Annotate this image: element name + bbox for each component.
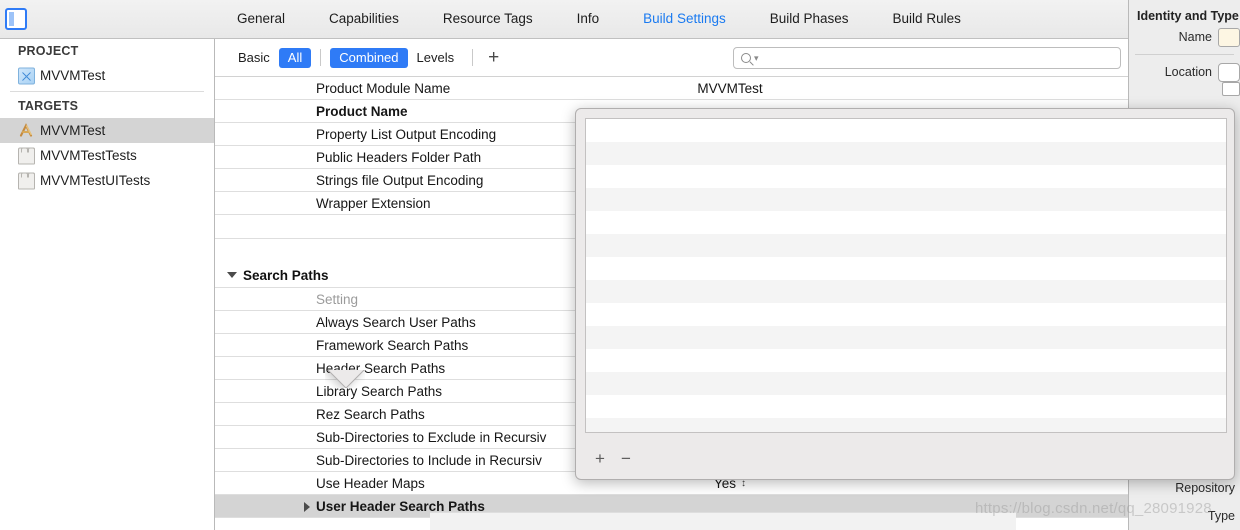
list-item[interactable] — [586, 280, 1226, 303]
navigator-item-label: MVVMTestTests — [40, 148, 137, 163]
table-row[interactable]: Product Module Name MVVMTest — [215, 77, 1128, 100]
navigator-item-target-mvvmtest[interactable]: MVVMTest — [0, 118, 214, 143]
setting-name: Wrapper Extension — [316, 195, 431, 211]
navigator-toolbar — [0, 0, 215, 39]
remove-path-button[interactable]: − — [621, 450, 631, 467]
name-field[interactable] — [1218, 27, 1240, 47]
column-header-setting: Setting — [316, 291, 359, 307]
add-setting-button[interactable]: + — [482, 47, 505, 68]
setting-name: Product Name — [316, 103, 408, 119]
list-item[interactable] — [586, 372, 1226, 395]
editor-tabbar: General Capabilities Resource Tags Info … — [215, 0, 1128, 39]
search-field[interactable]: ▾ — [733, 47, 1121, 69]
list-item[interactable] — [586, 257, 1226, 280]
navigator-item-target-mvvmtesttests[interactable]: MVVMTestTests — [0, 143, 214, 168]
tab-build-rules[interactable]: Build Rules — [871, 0, 983, 38]
tab-build-phases[interactable]: Build Phases — [748, 0, 871, 38]
list-item[interactable] — [586, 165, 1226, 188]
inspector-section-identity: Identity and Type — [1137, 9, 1239, 23]
popover-footer-toolbar: + − — [585, 445, 1227, 471]
location-path-field[interactable] — [1222, 82, 1240, 96]
list-item[interactable] — [586, 119, 1226, 142]
filter-basic[interactable]: Basic — [229, 48, 279, 68]
watermark: https://blog.csdn.net/qq_28091928 — [975, 500, 1212, 517]
inspector-label-repository: Repository — [1175, 481, 1235, 495]
popover-pointer — [325, 370, 365, 388]
list-item[interactable] — [586, 326, 1226, 349]
setting-name: Sub-Directories to Exclude in Recursiv — [316, 429, 547, 445]
list-item[interactable] — [586, 211, 1226, 234]
navigator-section-targets: TARGETS — [18, 99, 79, 113]
list-item[interactable] — [586, 395, 1226, 418]
value-stepper-icon[interactable]: ↕ — [741, 478, 746, 489]
navigator-item-project-mvvmtest[interactable]: MVVMTest — [0, 63, 214, 88]
editor-bottom-strip — [430, 512, 1016, 530]
test-bundle-icon — [18, 147, 35, 164]
filter-levels[interactable]: Levels — [408, 48, 464, 68]
setting-name: Property List Output Encoding — [316, 126, 497, 142]
setting-name: Strings file Output Encoding — [316, 172, 484, 188]
setting-name: Rez Search Paths — [316, 406, 425, 422]
search-paths-editor-popover: + − — [575, 108, 1235, 480]
setting-name: Always Search User Paths — [316, 314, 476, 330]
filter-combined[interactable]: Combined — [330, 47, 408, 68]
inspector-field-location: Location — [1129, 58, 1240, 96]
setting-name: Public Headers Folder Path — [316, 149, 482, 165]
xcode-window: PROJECT MVVMTest TARGETS MVVMTest MVVMTe… — [0, 0, 1240, 530]
tab-info[interactable]: Info — [555, 0, 622, 38]
tab-build-settings[interactable]: Build Settings — [621, 0, 748, 38]
navigator-list: PROJECT MVVMTest TARGETS MVVMTest MVVMTe… — [0, 39, 214, 530]
navigator-section-project: PROJECT — [18, 44, 79, 58]
filter-all[interactable]: All — [278, 47, 312, 68]
chevron-down-icon — [227, 272, 237, 278]
inspector-label-type: Type — [1207, 509, 1235, 523]
navigator-item-target-mvvmtestuitests[interactable]: MVVMTestUITests — [0, 168, 214, 193]
tab-general[interactable]: General — [215, 0, 307, 38]
list-item[interactable] — [586, 349, 1226, 372]
navigator-divider — [10, 91, 204, 92]
filter-divider-2 — [472, 49, 474, 66]
setting-name: Framework Search Paths — [316, 337, 469, 353]
app-target-icon — [18, 122, 35, 139]
test-bundle-icon — [18, 172, 35, 189]
build-settings-filterbar: Basic All Combined Levels + ▾ — [215, 39, 1128, 77]
tab-capabilities[interactable]: Capabilities — [307, 0, 421, 38]
list-item[interactable] — [586, 234, 1226, 257]
chevron-right-icon[interactable] — [304, 501, 310, 512]
location-select[interactable] — [1218, 62, 1240, 82]
popover-value-list[interactable] — [585, 118, 1227, 433]
navigator-item-label: MVVMTest — [40, 123, 106, 138]
setting-name: Product Module Name — [316, 80, 451, 96]
navigator-toggle-icon[interactable] — [5, 8, 27, 30]
filter-divider — [320, 49, 322, 66]
list-item[interactable] — [586, 418, 1226, 432]
list-item[interactable] — [586, 142, 1226, 165]
setting-name: Use Header Maps — [316, 475, 425, 491]
chevron-down-icon: ▾ — [754, 52, 759, 63]
inspector-field-name: Name — [1129, 23, 1240, 51]
add-path-button[interactable]: + — [595, 450, 605, 467]
list-item[interactable] — [586, 303, 1226, 326]
search-icon — [741, 53, 751, 63]
inspector-label-location: Location — [1164, 65, 1212, 79]
project-navigator: PROJECT MVVMTest TARGETS MVVMTest MVVMTe… — [0, 0, 215, 530]
setting-value[interactable]: MVVMTest — [585, 81, 875, 96]
tab-resource-tags[interactable]: Resource Tags — [421, 0, 555, 38]
setting-name: Sub-Directories to Include in Recursiv — [316, 452, 542, 468]
settings-group-title: Search Paths — [243, 267, 329, 283]
xcode-project-icon — [18, 67, 35, 84]
inspector-label-name: Name — [1178, 30, 1212, 44]
list-item[interactable] — [586, 188, 1226, 211]
navigator-item-label: MVVMTest — [40, 68, 106, 83]
inspector-divider — [1135, 54, 1234, 55]
navigator-item-label: MVVMTestUITests — [40, 173, 151, 188]
